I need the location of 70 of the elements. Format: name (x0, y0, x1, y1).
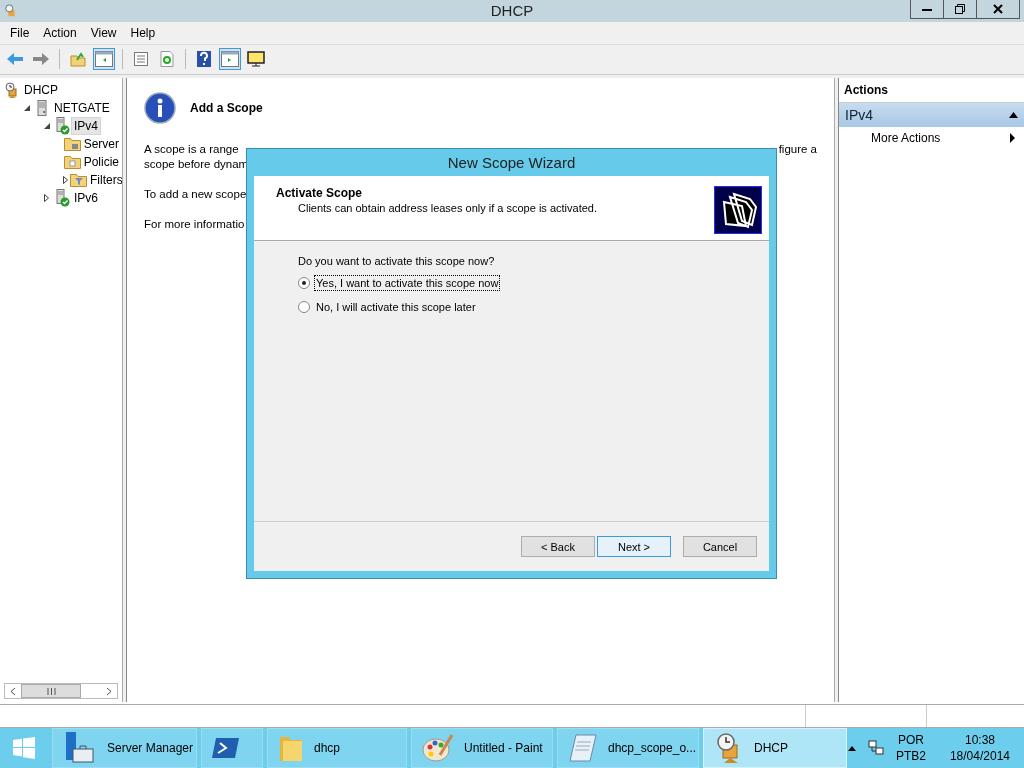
menu-item[interactable]: File (3, 25, 37, 40)
clock-time[interactable]: 10:38 (964, 732, 995, 749)
menu-item[interactable]: Action (36, 25, 84, 40)
show-hidden-icons-icon[interactable] (847, 745, 856, 751)
taskbar-button[interactable]: dhcp (267, 728, 407, 768)
tree-item[interactable]: IPv6 (71, 188, 101, 207)
scroll-right-icon[interactable] (106, 686, 112, 696)
window-title: DHCP (490, 2, 534, 20)
folder-icon (63, 136, 81, 152)
radio-button[interactable] (298, 301, 310, 313)
server-clock-icon (3, 81, 20, 98)
palette-icon (422, 733, 454, 764)
horizontal-scrollbar[interactable] (4, 683, 118, 700)
taskbar-button[interactable]: Server Manager (52, 728, 197, 768)
description-text: For more informatio (144, 216, 245, 231)
question-text: Do you want to activate this scope now? (298, 255, 496, 267)
collapse-arrow-icon (1009, 111, 1018, 118)
taskbar-button[interactable]: dhcp_scope_o... (557, 728, 699, 768)
dialog-button[interactable]: Next > (597, 536, 671, 557)
collapsed-arrow-icon[interactable] (62, 175, 70, 184)
server-toolbox-icon (63, 731, 97, 766)
tree-item[interactable]: NETGATE (51, 98, 113, 117)
panel-title: Actions (839, 77, 1024, 103)
tree-item[interactable]: Filters (87, 170, 122, 189)
taskbar-button[interactable] (201, 728, 263, 768)
actions-group-header[interactable]: IPv4 (839, 102, 1024, 127)
keyboard-layout-indicator[interactable]: PTB2 (895, 748, 926, 765)
notepad-icon (568, 733, 598, 764)
section-heading: Add a Scope (190, 100, 263, 115)
info-icon (144, 91, 176, 124)
description-text: A scope is a range (144, 141, 239, 156)
folders-icon (714, 186, 762, 234)
taskbar-button[interactable]: Untitled - Paint (411, 728, 553, 768)
radio-label[interactable]: Yes, I want to activate this scope now (315, 276, 500, 290)
restore-icon (955, 4, 965, 14)
tree-item[interactable]: Policie (80, 152, 122, 171)
tree-item[interactable]: Server (80, 134, 122, 153)
clock-date[interactable]: 18/04/2014 (949, 748, 1010, 765)
dialog-title: New Scope Wizard (446, 153, 577, 173)
radio-label[interactable]: No, I will activate this scope later (315, 300, 477, 314)
submenu-arrow-icon (1010, 132, 1015, 143)
collapsed-arrow-icon[interactable] (43, 193, 51, 202)
app-icon (4, 2, 18, 19)
radio-button[interactable] (298, 277, 310, 289)
step-title: Activate Scope (276, 186, 364, 200)
network-icon[interactable] (867, 740, 884, 757)
menu-item[interactable]: Help (123, 25, 163, 40)
dialog-button[interactable]: Cancel (683, 536, 757, 557)
filter-folder-icon (70, 172, 87, 188)
tree-item[interactable]: DHCP (21, 80, 61, 99)
description-text: figure a (778, 141, 817, 156)
server-icon (34, 99, 49, 116)
grip-icon[interactable] (46, 687, 56, 695)
minimize-icon (922, 7, 932, 11)
terminal-icon (212, 736, 240, 761)
taskbar-button[interactable]: DHCP (703, 728, 847, 768)
tree-item[interactable]: IPv4 (71, 116, 101, 135)
menu-item[interactable]: View (83, 25, 124, 40)
folder-icon (63, 154, 81, 170)
minimize-button[interactable] (910, 0, 944, 19)
step-description: Clients can obtain address leases only if a scope is activated. (297, 202, 597, 214)
scroll-left-icon[interactable] (10, 686, 16, 696)
dialog-button[interactable]: < Back (521, 536, 595, 557)
language-indicator[interactable]: POR (897, 732, 924, 749)
action-link[interactable]: More Actions (871, 130, 941, 145)
expanded-arrow-icon[interactable] (23, 103, 31, 112)
description-text: To add a new scope (144, 186, 247, 201)
close-icon (993, 4, 1003, 14)
expanded-arrow-icon[interactable] (43, 121, 51, 130)
close-button[interactable] (976, 0, 1020, 19)
